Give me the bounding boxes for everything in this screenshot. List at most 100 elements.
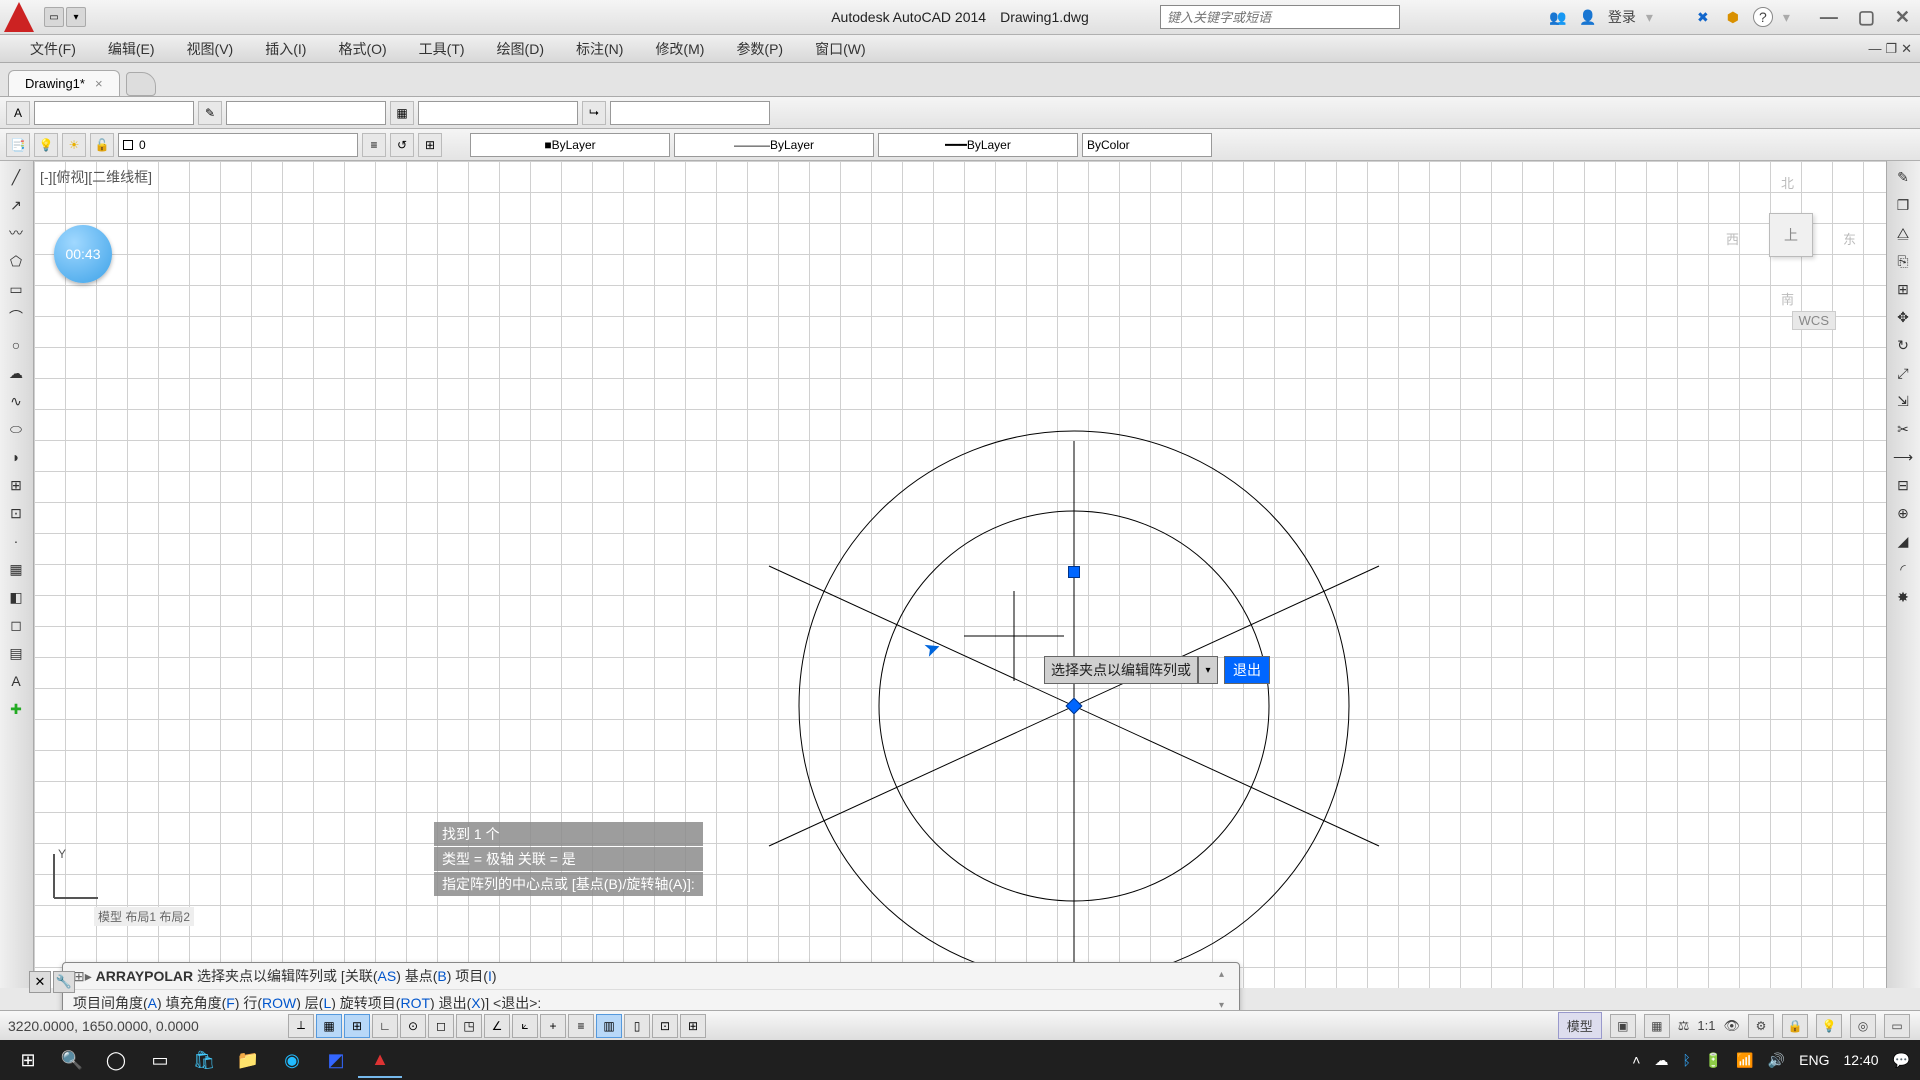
menu-format[interactable]: 格式(O) — [338, 39, 386, 59]
workspace-icon[interactable]: ⚙ — [1748, 1014, 1774, 1038]
layer-match-icon[interactable]: ⊞ — [418, 133, 442, 157]
menu-dimension[interactable]: 标注(N) — [576, 39, 623, 59]
bluetooth-icon[interactable]: ᛒ — [1682, 1052, 1690, 1068]
layer-prev-icon[interactable]: ↺ — [390, 133, 414, 157]
edge-icon[interactable]: ◉ — [270, 1042, 314, 1078]
snap-toggle[interactable]: ▦ — [316, 1014, 342, 1038]
layer-states-icon[interactable]: ≡ — [362, 133, 386, 157]
polyline-tool-icon[interactable]: 〰 — [2, 221, 30, 245]
lwt-toggle[interactable]: ≡ — [568, 1014, 594, 1038]
menu-window[interactable]: 窗口(W) — [815, 39, 866, 59]
mtext-tool-icon[interactable]: A — [2, 669, 30, 693]
ellipse-tool-icon[interactable]: ⬭ — [2, 417, 30, 441]
rotate-tool-icon[interactable]: ↻ — [1889, 333, 1917, 357]
model-layout-tabs[interactable]: 模型 布局1 布局2 — [94, 907, 194, 926]
tpy-toggle[interactable]: ▥ — [596, 1014, 622, 1038]
polygon-tool-icon[interactable]: ⬠ — [2, 249, 30, 273]
linetype-dropdown[interactable]: ——— ByLayer — [674, 133, 874, 157]
hardware-accel-icon[interactable]: 💡 — [1816, 1014, 1842, 1038]
doc-tab-drawing1[interactable]: Drawing1* × — [8, 70, 120, 96]
insert-block-tool-icon[interactable]: ⊞ — [2, 473, 30, 497]
ortho-toggle[interactable]: ∟ — [372, 1014, 398, 1038]
cmd-scroll[interactable]: ▴▾ — [1219, 969, 1233, 1011]
anno-vis-icon[interactable]: 👁 — [1723, 1018, 1740, 1034]
qat-dropdown-icon[interactable]: ▾ — [66, 7, 86, 27]
app-logo-icon[interactable] — [4, 2, 34, 32]
layer-on-icon[interactable]: 💡 — [34, 133, 58, 157]
clock[interactable]: 12:40 — [1844, 1052, 1879, 1068]
ellipse-arc-tool-icon[interactable]: ◗ — [2, 445, 30, 469]
cmd-config-icon[interactable]: 🔧 — [53, 971, 75, 993]
battery-icon[interactable]: 🔋 — [1705, 1052, 1722, 1069]
login-button[interactable]: 登录 — [1608, 7, 1636, 27]
ime-lang[interactable]: ENG — [1799, 1052, 1829, 1068]
mdi-close-icon[interactable]: ✕ — [1901, 41, 1912, 57]
mirror-tool-icon[interactable]: ⧋ — [1889, 221, 1917, 245]
revcloud-tool-icon[interactable]: ☁ — [2, 361, 30, 385]
minimize-button[interactable]: — — [1820, 7, 1838, 28]
copy-tool-icon[interactable]: ❐ — [1889, 193, 1917, 217]
user-icon[interactable]: 👤 — [1578, 7, 1598, 27]
dimstyle-dropdown[interactable] — [226, 101, 386, 125]
join-tool-icon[interactable]: ⊕ — [1889, 501, 1917, 525]
search-taskbar-icon[interactable]: 🔍 — [50, 1042, 94, 1078]
cmd-close-icon[interactable]: ✕ — [29, 971, 51, 993]
qp-toggle[interactable]: ▯ — [624, 1014, 650, 1038]
menu-parametric[interactable]: 参数(P) — [736, 39, 783, 59]
explode-tool-icon[interactable]: ✸ — [1889, 585, 1917, 609]
dimstyle-icon[interactable]: ✎ — [198, 101, 222, 125]
rectangle-tool-icon[interactable]: ▭ — [2, 277, 30, 301]
new-tab-button[interactable] — [126, 72, 156, 96]
hatch-tool-icon[interactable]: ▦ — [2, 557, 30, 581]
xline-tool-icon[interactable]: ↗ — [2, 193, 30, 217]
explorer-icon[interactable]: 📁 — [226, 1042, 270, 1078]
app-blue-icon[interactable]: ◩ — [314, 1042, 358, 1078]
make-block-tool-icon[interactable]: ⊡ — [2, 501, 30, 525]
infer-toggle[interactable]: ⟂ — [288, 1014, 314, 1038]
help-icon[interactable]: ? — [1753, 7, 1773, 27]
lineweight-dropdown[interactable]: ━━━ ByLayer — [878, 133, 1078, 157]
grid-toggle[interactable]: ⊞ — [344, 1014, 370, 1038]
volume-icon[interactable]: 🔊 — [1768, 1052, 1785, 1069]
otrack-toggle[interactable]: ∠ — [484, 1014, 510, 1038]
menu-tools[interactable]: 工具(T) — [419, 39, 465, 59]
plotstyle-dropdown[interactable]: ByColor — [1082, 133, 1212, 157]
close-button[interactable]: ✕ — [1895, 7, 1910, 28]
store-icon[interactable]: 🛍 — [182, 1042, 226, 1078]
clean-screen-icon[interactable]: ▭ — [1884, 1014, 1910, 1038]
am-toggle[interactable]: ⊞ — [680, 1014, 706, 1038]
dyn-exit-button[interactable]: 退出 — [1224, 656, 1270, 684]
array-tool-icon[interactable]: ⊞ — [1889, 277, 1917, 301]
exchange-icon[interactable]: ✖ — [1693, 7, 1713, 27]
textstyle-icon[interactable]: A — [6, 101, 30, 125]
model-space-button[interactable]: 模型 — [1558, 1012, 1602, 1039]
textstyle-dropdown[interactable] — [34, 101, 194, 125]
mleaderstyle-icon[interactable]: ⮡ — [582, 101, 606, 125]
toolbar-lock-icon[interactable]: 🔒 — [1782, 1014, 1808, 1038]
extend-tool-icon[interactable]: ⟶ — [1889, 445, 1917, 469]
line-tool-icon[interactable]: ╱ — [2, 165, 30, 189]
3dosnap-toggle[interactable]: ◳ — [456, 1014, 482, 1038]
qat-open-icon[interactable]: ▭ — [44, 7, 64, 27]
anno-scale-icon[interactable]: ⚖ — [1678, 1018, 1690, 1034]
doc-tab-close-icon[interactable]: × — [95, 76, 103, 91]
menu-edit[interactable]: 编辑(E) — [108, 39, 155, 59]
dyn-dropdown-icon[interactable]: ▾ — [1198, 656, 1218, 684]
menu-insert[interactable]: 插入(I) — [265, 39, 306, 59]
drawing-canvas[interactable]: [-][俯视][二维线框] 00:43 北 西 东 南 上 WCS ➤ — [34, 161, 1886, 988]
coordinate-readout[interactable]: 3220.0000, 1650.0000, 0.0000 — [8, 1018, 268, 1034]
wifi-icon[interactable]: 📶 — [1736, 1052, 1753, 1069]
chamfer-tool-icon[interactable]: ◢ — [1889, 529, 1917, 553]
menu-draw[interactable]: 绘图(D) — [497, 39, 544, 59]
taskbar-app-1-icon[interactable]: ▭ — [138, 1042, 182, 1078]
menu-modify[interactable]: 修改(M) — [655, 39, 704, 59]
layer-dropdown[interactable]: 0 — [118, 133, 358, 157]
fillet-tool-icon[interactable]: ◜ — [1889, 557, 1917, 581]
mdi-minimize-icon[interactable]: — — [1868, 41, 1881, 57]
color-dropdown[interactable]: ■ ByLayer — [470, 133, 670, 157]
table-tool-icon[interactable]: ▤ — [2, 641, 30, 665]
maximize-button[interactable]: ▢ — [1858, 7, 1875, 28]
polar-toggle[interactable]: ⊙ — [400, 1014, 426, 1038]
erase-tool-icon[interactable]: ✎ — [1889, 165, 1917, 189]
point-tool-icon[interactable]: · — [2, 529, 30, 553]
